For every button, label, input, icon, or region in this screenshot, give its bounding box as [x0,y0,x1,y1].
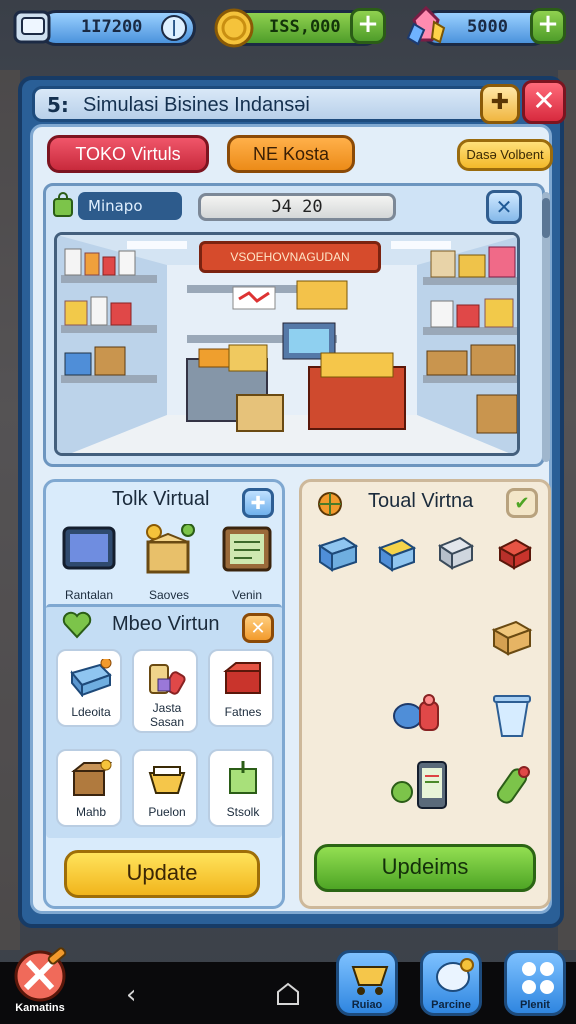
chat-bubble-icon [436,958,474,992]
updeims-button[interactable]: Updeims [314,844,536,892]
item-fatnes[interactable]: Fatnes [208,649,274,727]
item-label: Jasta Sasan [149,701,185,729]
resource-bar: 1I7200 | ISS,000 + 5000 + [0,0,576,60]
grid-menu-icon [522,962,554,994]
wooden-box-icon [71,759,112,796]
add-coins-button[interactable]: + [350,8,386,44]
cash-bundle-icon [13,10,51,44]
tab-volbent[interactable]: Dasə Volbent [457,139,553,171]
item-jasta-sasan[interactable]: Jasta Sasan [132,649,198,733]
cardboard-box-icon [146,524,195,574]
gems-value: 5000 [467,17,508,37]
virtual-mode-close-button[interactable]: ✕ [242,613,274,643]
gold-coin-icon [214,8,254,48]
close-icon[interactable]: ✕ [522,80,566,124]
item-rantalan[interactable]: Rantalan [54,524,124,602]
cash-counter: 1I7200 | [38,10,196,46]
item-label: Mahb [75,805,107,819]
store-preview-header: Minapo Ͻ4 20 ✕ [52,190,540,226]
tablet-icon [62,526,116,570]
store-interior-scene: VSOEHOVNAGUDAN [54,232,520,456]
preview-scrollbar[interactable] [542,192,550,462]
store-preview-card: Minapo Ͻ4 20 ✕ VSOEHOVNAGUDAN [43,183,550,467]
item-label: Stsolk [226,805,260,819]
title-glyph: 5: [47,93,69,117]
virtual-shop-card: Tolk Virtual ✚ Rantalan Saoves Venin Mbe… [43,479,285,909]
virtual-mode-title: Mbeo Virtun [112,613,220,635]
kamatins-button[interactable]: Kamatins [8,946,72,1016]
phone-icon[interactable] [390,758,452,814]
item-label: Fatnes [224,705,262,719]
cardboard-box-icon[interactable] [490,616,534,660]
back-icon[interactable]: ‹ [126,980,136,1010]
green-box-icon [229,761,257,794]
item-label: Saoves [148,588,190,602]
virtual-shop-title: Tolk Virtual [112,488,210,510]
update-button[interactable]: Update [64,850,260,898]
panel-content: TOKO Virtuls NE Kosta Dasə Volbent Minap… [30,124,553,914]
item-label: Ldeoita [71,705,111,719]
blue-crate-icon[interactable] [316,532,360,576]
tab-ne-kosta[interactable]: NE Kosta [227,135,355,173]
nav-parcine-button[interactable]: Parcine [420,950,482,1016]
tab-toko-virtual[interactable]: TOKO Virtuls [47,135,209,173]
store-value-field: Ͻ4 20 [198,193,396,221]
jar-and-bottle-icon [149,664,186,695]
package-icon [70,659,112,697]
invoice-icon [222,526,272,572]
item-stsolk[interactable]: Stsolk [208,749,274,827]
nav-plenit-button[interactable]: Plenit [504,950,566,1016]
gem-cluster-icon [406,5,446,46]
tools-icon [14,947,67,1002]
cart-icon [351,966,389,995]
nav-ruiao-label: Ruiao [351,999,383,1011]
shopping-bag-icon [53,192,73,217]
store-name-label: Minapo [78,192,182,220]
total-virtual-title: Toual Virtna [368,490,474,512]
panel-title: Simulasi Bisines Indansəi [83,94,310,116]
home-icon[interactable] [276,982,300,1006]
red-box-icon[interactable] [496,536,534,572]
panel-add-button[interactable]: ✚ [480,84,520,124]
red-crate-icon [223,662,261,694]
item-puelon[interactable]: Puelon [132,749,198,827]
preview-close-icon[interactable]: ✕ [486,190,522,224]
business-sim-panel: 5: Simulasi Bisines Indansəi ✚ ✕ TOKO Vi… [18,76,566,928]
item-venin[interactable]: Venin [212,524,282,602]
background-shelf-left [0,70,20,950]
blue-yellow-box-icon[interactable] [376,534,418,574]
grey-box-icon[interactable] [436,534,476,574]
total-virtual-card: Toual Virtna ✔ Updeims [299,479,551,909]
shopping-basket-icon [148,766,186,794]
item-saoves[interactable]: Saoves [134,524,204,602]
item-label: Venin [231,588,263,602]
cash-value: 1I7200 [81,17,143,37]
virtual-shop-add-button[interactable]: ✚ [242,488,274,518]
coins-value: ISS,000 [269,17,341,37]
store-sign: VSOEHOVNAGUDAN [199,241,381,273]
heart-icon [62,611,92,639]
add-gems-button[interactable]: + [530,8,566,44]
kamatins-label: Kamatins [15,1002,65,1014]
system-nav-bar: ‹ [0,962,576,1024]
panel-title-bar: 5: Simulasi Bisines Indansəi [32,86,502,122]
preview-scrollbar-thumb[interactable] [542,198,550,238]
cash-info-button[interactable]: | [161,15,187,41]
tube-icon[interactable] [492,762,536,808]
confirm-check-icon[interactable]: ✔ [506,488,538,518]
nav-plenit-label: Plenit [520,999,550,1011]
nav-parcine-label: Parcine [431,999,471,1011]
cup-icon[interactable] [492,694,532,740]
globe-icon [318,492,342,516]
nav-ruiao-button[interactable]: Ruiao [336,950,398,1016]
virtual-mode-section: Mbeo Virtun ✕ Ldeoita Jasta Sasan Fatnes… [46,604,282,838]
item-label: Puelon [148,805,186,819]
item-label: Rantalan [64,588,114,602]
item-mahb[interactable]: Mahb [56,749,122,827]
item-ldeoita[interactable]: Ldeoita [56,649,122,727]
cosmetics-icon[interactable] [390,688,450,740]
